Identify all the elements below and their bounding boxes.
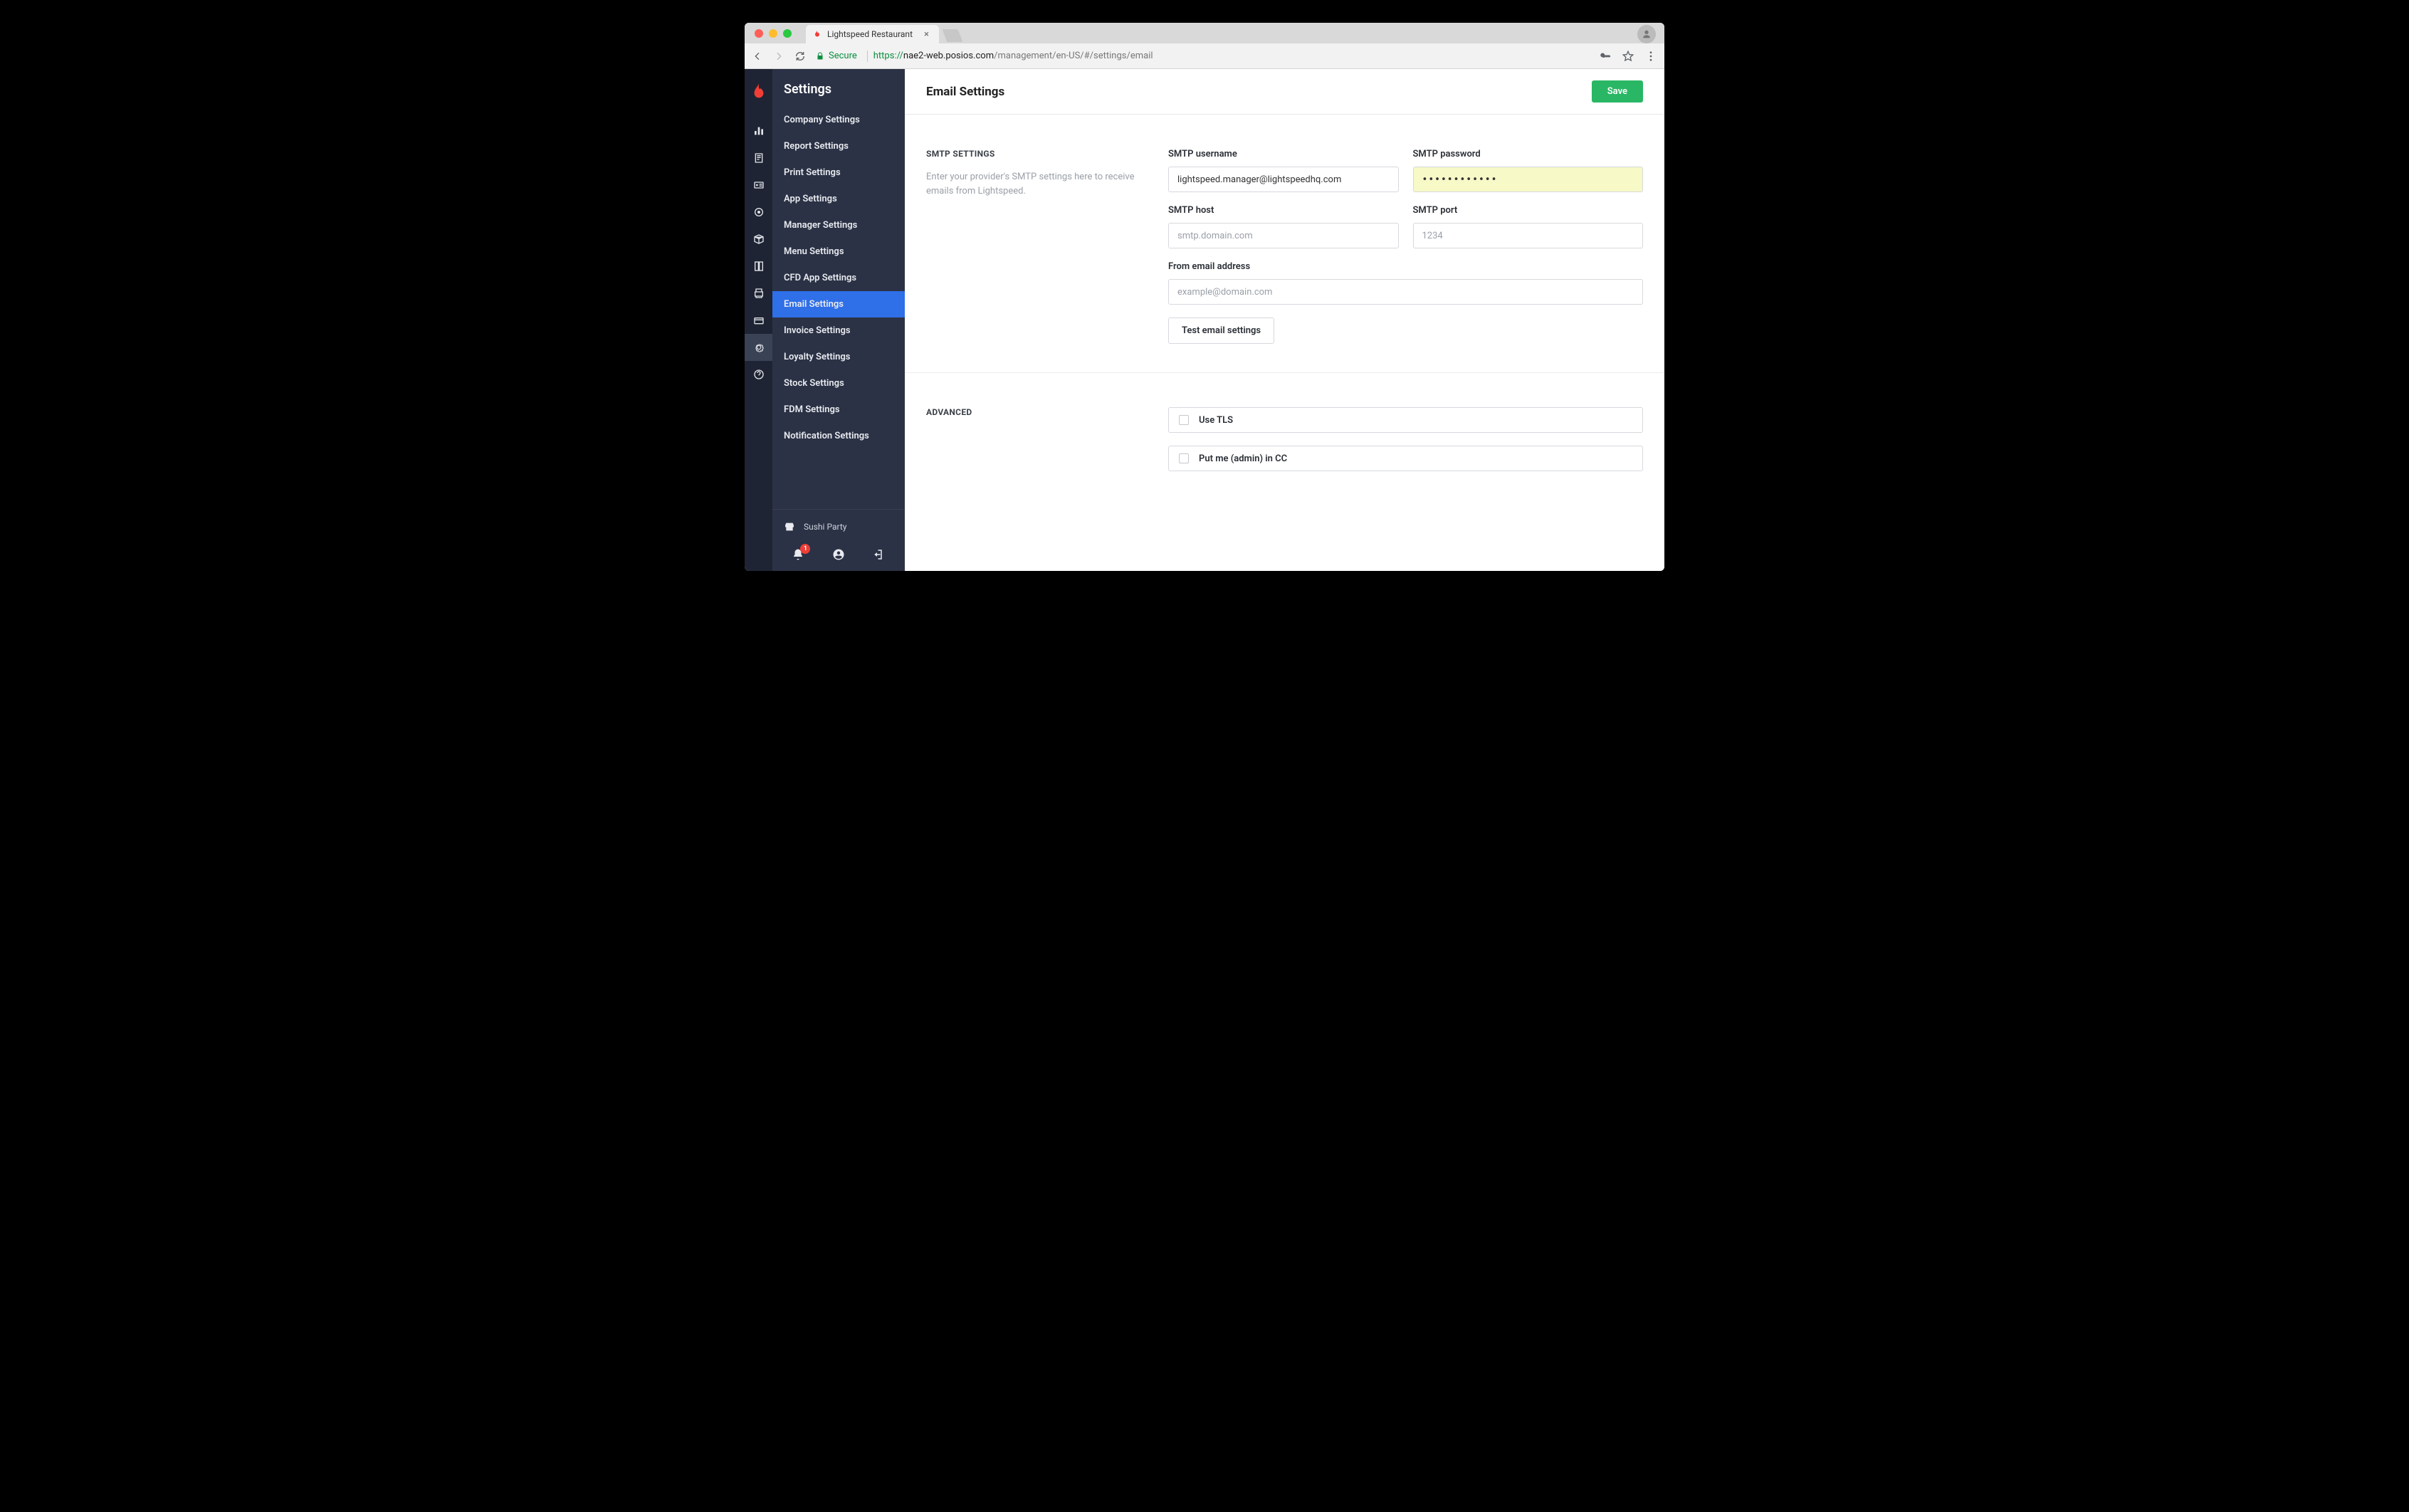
main-content: Email Settings Save SMTP SETTINGS Enter … bbox=[905, 69, 1664, 571]
window-controls[interactable] bbox=[752, 23, 794, 43]
cc-admin-label: Put me (admin) in CC bbox=[1199, 453, 1287, 464]
smtp-section-description: Enter your provider's SMTP settings here… bbox=[926, 170, 1140, 198]
forward-button[interactable] bbox=[773, 51, 784, 62]
logout-button[interactable] bbox=[873, 548, 886, 564]
use-tls-row[interactable]: Use TLS bbox=[1168, 407, 1643, 433]
browser-tab[interactable]: Lightspeed Restaurant × bbox=[806, 25, 939, 43]
smtp-host-label: SMTP host bbox=[1168, 205, 1399, 216]
sidebar-item-company-settings[interactable]: Company Settings bbox=[772, 107, 905, 133]
sidebar-item-stock-settings[interactable]: Stock Settings bbox=[772, 370, 905, 397]
rail-item-dashboard[interactable] bbox=[745, 117, 772, 145]
tab-title: Lightspeed Restaurant bbox=[827, 29, 913, 39]
sidebar-item-report-settings[interactable]: Report Settings bbox=[772, 133, 905, 159]
sidebar-item-print-settings[interactable]: Print Settings bbox=[772, 159, 905, 186]
rail-item-help[interactable] bbox=[745, 361, 772, 388]
sidebar-item-cfd-app-settings[interactable]: CFD App Settings bbox=[772, 265, 905, 291]
browser-chrome: Lightspeed Restaurant × Secure https://n… bbox=[745, 23, 1664, 69]
secure-badge: Secure bbox=[816, 51, 857, 61]
smtp-username-input[interactable] bbox=[1168, 167, 1399, 192]
sidebar-item-invoice-settings[interactable]: Invoice Settings bbox=[772, 317, 905, 344]
lightspeed-logo-icon bbox=[751, 83, 767, 102]
key-icon[interactable] bbox=[1599, 50, 1612, 63]
test-email-button[interactable]: Test email settings bbox=[1168, 317, 1274, 344]
sidebar-header: Settings bbox=[772, 69, 905, 107]
cc-admin-row[interactable]: Put me (admin) in CC bbox=[1168, 446, 1643, 471]
advanced-section-title: ADVANCED bbox=[926, 407, 1168, 417]
sidebar-footer: 1 bbox=[772, 541, 905, 571]
smtp-port-input[interactable] bbox=[1413, 223, 1644, 248]
url-path: /management/en-US/#/settings/email bbox=[994, 51, 1153, 61]
url-protocol: https:// bbox=[873, 51, 903, 61]
page-header: Email Settings Save bbox=[905, 69, 1664, 115]
address-bar-row: Secure https://nae2-web.posios.com/manag… bbox=[745, 43, 1664, 69]
sidebar-item-email-settings[interactable]: Email Settings bbox=[772, 291, 905, 317]
sidebar-list: Company SettingsReport SettingsPrint Set… bbox=[772, 107, 905, 509]
browser-window: Lightspeed Restaurant × Secure https://n… bbox=[745, 23, 1664, 571]
smtp-host-input[interactable] bbox=[1168, 223, 1399, 248]
rail-item-payments[interactable] bbox=[745, 307, 772, 334]
back-button[interactable] bbox=[752, 51, 763, 62]
star-icon[interactable] bbox=[1622, 50, 1634, 63]
close-window-icon[interactable] bbox=[755, 29, 763, 38]
menu-dots-icon[interactable] bbox=[1644, 50, 1657, 63]
reload-button[interactable] bbox=[794, 51, 806, 62]
lock-icon bbox=[816, 52, 824, 61]
logout-icon bbox=[873, 548, 886, 561]
notification-badge: 1 bbox=[800, 544, 810, 554]
new-tab-button[interactable] bbox=[943, 29, 963, 42]
save-button[interactable]: Save bbox=[1592, 80, 1643, 103]
close-tab-icon[interactable]: × bbox=[924, 29, 929, 40]
account-button[interactable] bbox=[832, 548, 845, 564]
rail-item-customers[interactable] bbox=[745, 172, 772, 199]
app-root: Settings Company SettingsReport Settings… bbox=[745, 69, 1664, 571]
sidebar-item-menu-settings[interactable]: Menu Settings bbox=[772, 238, 905, 265]
minimize-window-icon[interactable] bbox=[769, 29, 777, 38]
from-email-input[interactable] bbox=[1168, 279, 1643, 305]
smtp-section: SMTP SETTINGS Enter your provider's SMTP… bbox=[905, 115, 1664, 373]
use-tls-label: Use TLS bbox=[1199, 415, 1233, 426]
notifications-button[interactable]: 1 bbox=[792, 548, 804, 564]
sidebar-item-manager-settings[interactable]: Manager Settings bbox=[772, 212, 905, 238]
store-switcher[interactable]: Sushi Party bbox=[772, 517, 905, 541]
store-name: Sushi Party bbox=[804, 522, 846, 532]
smtp-section-title: SMTP SETTINGS bbox=[926, 149, 1168, 159]
rail-item-inventory[interactable] bbox=[745, 226, 772, 253]
sidebar-item-app-settings[interactable]: App Settings bbox=[772, 186, 905, 212]
smtp-username-label: SMTP username bbox=[1168, 149, 1399, 159]
settings-sidebar: Settings Company SettingsReport Settings… bbox=[772, 69, 905, 571]
rail-item-settings[interactable] bbox=[745, 334, 772, 361]
rail-item-reports[interactable] bbox=[745, 145, 772, 172]
sidebar-item-loyalty-settings[interactable]: Loyalty Settings bbox=[772, 344, 905, 370]
icon-rail bbox=[745, 69, 772, 571]
store-icon bbox=[784, 521, 795, 532]
rail-item-orders[interactable] bbox=[745, 199, 772, 226]
from-email-label: From email address bbox=[1168, 261, 1643, 272]
rail-item-printers[interactable] bbox=[745, 280, 772, 307]
sidebar-item-fdm-settings[interactable]: FDM Settings bbox=[772, 397, 905, 423]
page-title: Email Settings bbox=[926, 85, 1004, 99]
advanced-section: ADVANCED Use TLS Put me (admin) in CC bbox=[905, 373, 1664, 513]
maximize-window-icon[interactable] bbox=[783, 29, 792, 38]
smtp-password-input[interactable] bbox=[1413, 167, 1644, 192]
address-bar[interactable]: Secure https://nae2-web.posios.com/manag… bbox=[816, 51, 1589, 62]
flame-icon bbox=[813, 29, 822, 39]
sidebar-item-notification-settings[interactable]: Notification Settings bbox=[772, 423, 905, 449]
user-circle-icon bbox=[832, 548, 845, 561]
tab-strip: Lightspeed Restaurant × bbox=[745, 23, 1664, 43]
use-tls-checkbox[interactable] bbox=[1179, 415, 1189, 425]
smtp-port-label: SMTP port bbox=[1413, 205, 1644, 216]
url-domain: nae2-web.posios.com bbox=[903, 51, 994, 61]
cc-admin-checkbox[interactable] bbox=[1179, 453, 1189, 463]
rail-item-menu[interactable] bbox=[745, 253, 772, 280]
profile-avatar-icon[interactable] bbox=[1637, 25, 1656, 43]
smtp-password-label: SMTP password bbox=[1413, 149, 1644, 159]
